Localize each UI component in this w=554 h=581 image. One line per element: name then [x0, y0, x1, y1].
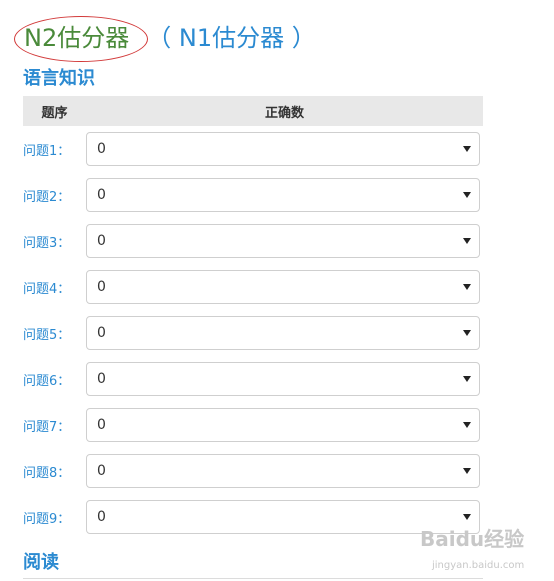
question-label: 问题9： — [23, 511, 71, 527]
calculator-tabs: N2估分器 （ N1估分器 ） — [14, 16, 316, 62]
question-8-select[interactable]: 0 — [86, 454, 480, 488]
question-1-select[interactable]: 0 — [86, 132, 480, 166]
question-label: 问题8： — [23, 465, 71, 481]
select-value: 0 — [97, 509, 106, 525]
dropdown-arrow-icon — [463, 238, 471, 244]
select-value: 0 — [97, 417, 106, 433]
divider — [23, 578, 483, 579]
dropdown-arrow-icon — [463, 422, 471, 428]
question-label: 问题6： — [23, 373, 71, 389]
question-row: 问题4： 0 — [23, 269, 483, 305]
select-value: 0 — [97, 187, 106, 203]
dropdown-arrow-icon — [463, 468, 471, 474]
table-header: 题序 正确数 — [23, 96, 483, 126]
select-value: 0 — [97, 325, 106, 341]
select-value: 0 — [97, 371, 106, 387]
question-row: 问题2： 0 — [23, 177, 483, 213]
baidu-watermark: Baidu经验 — [420, 527, 525, 551]
page: N2估分器 （ N1估分器 ） 语言知识 题序 正确数 问题1： 0 问题2： … — [0, 0, 554, 581]
dropdown-arrow-icon — [463, 284, 471, 290]
question-7-select[interactable]: 0 — [86, 408, 480, 442]
dropdown-arrow-icon — [463, 514, 471, 520]
select-value: 0 — [97, 233, 106, 249]
question-label: 问题5： — [23, 327, 71, 343]
section-title-language: 语言知识 — [23, 68, 95, 89]
question-label: 问题2： — [23, 189, 71, 205]
question-row: 问题3： 0 — [23, 223, 483, 259]
tab-n2-calculator[interactable]: N2估分器 — [14, 16, 148, 62]
question-label: 问题3： — [23, 235, 71, 251]
column-header-correct: 正确数 — [264, 105, 304, 121]
question-4-select[interactable]: 0 — [86, 270, 480, 304]
question-label: 问题1： — [23, 143, 71, 159]
select-value: 0 — [97, 279, 106, 295]
question-row: 问题1： 0 — [23, 131, 483, 167]
dropdown-arrow-icon — [463, 192, 471, 198]
tab-n2-label: N2估分器 — [24, 24, 130, 52]
question-row: 问题7： 0 — [23, 407, 483, 443]
section-title-reading: 阅读 — [23, 552, 59, 573]
tab-n1-calculator-link[interactable]: （ N1估分器 ） — [147, 20, 315, 56]
dropdown-arrow-icon — [463, 376, 471, 382]
select-value: 0 — [97, 463, 106, 479]
question-6-select[interactable]: 0 — [86, 362, 480, 396]
question-row: 问题8： 0 — [23, 453, 483, 489]
question-row: 问题5： 0 — [23, 315, 483, 351]
question-row: 问题6： 0 — [23, 361, 483, 397]
question-5-select[interactable]: 0 — [86, 316, 480, 350]
question-label: 问题4： — [23, 281, 71, 297]
baidu-watermark-url: jingyan.baidu.com — [432, 560, 525, 571]
dropdown-arrow-icon — [463, 146, 471, 152]
question-label: 问题7： — [23, 419, 71, 435]
dropdown-arrow-icon — [463, 330, 471, 336]
question-3-select[interactable]: 0 — [86, 224, 480, 258]
question-2-select[interactable]: 0 — [86, 178, 480, 212]
question-row: 问题9： 0 — [23, 499, 483, 535]
select-value: 0 — [97, 141, 106, 157]
column-header-number: 题序 — [41, 105, 68, 121]
